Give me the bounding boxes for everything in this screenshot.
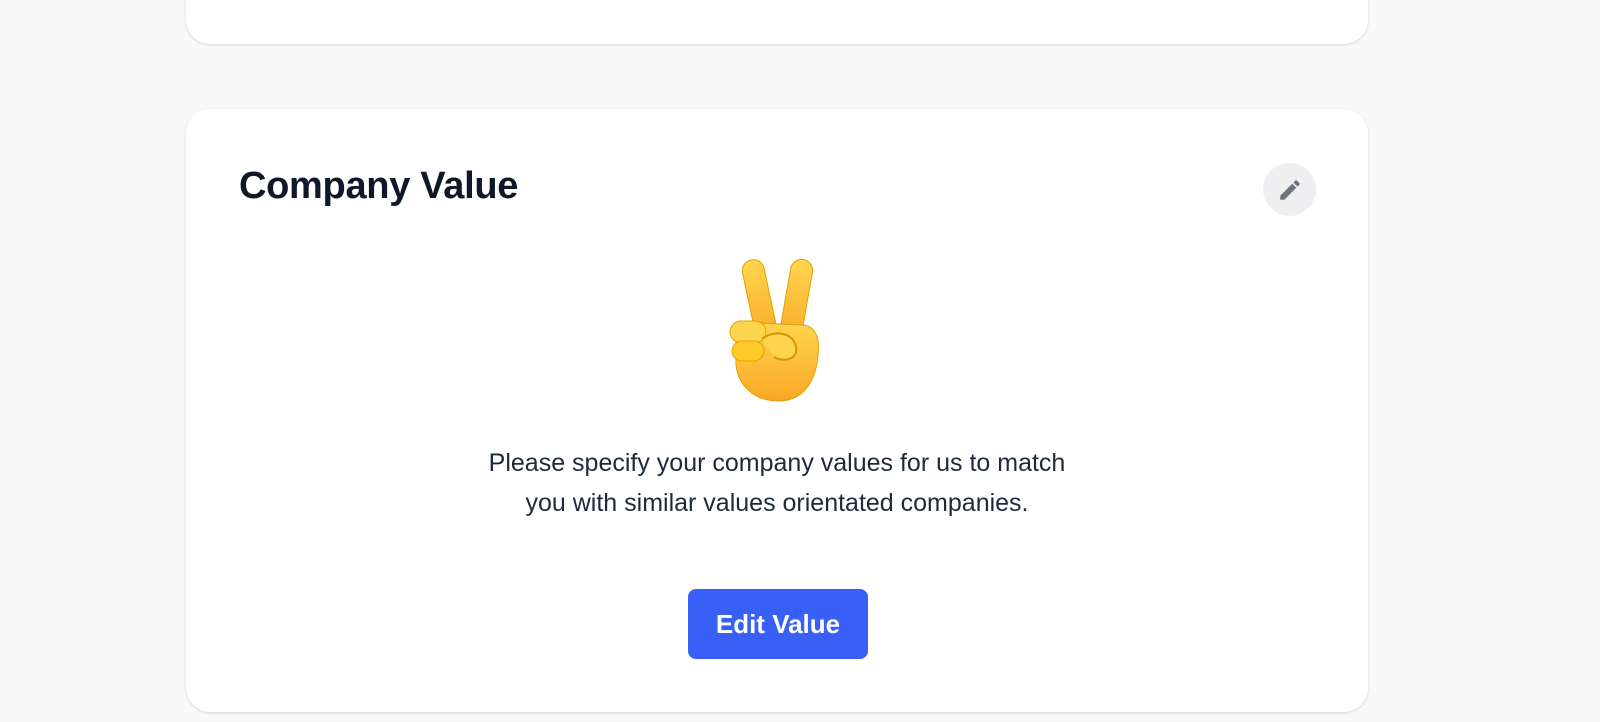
pencil-icon [1277, 177, 1303, 203]
section-title: Company Value [239, 165, 519, 207]
previous-section-card [186, 0, 1368, 44]
section-description: Please specify your company values for u… [488, 449, 1066, 517]
edit-value-button[interactable]: Edit Value [688, 589, 868, 659]
company-value-card: Company Value Please specify your compan… [186, 109, 1368, 712]
victory-hand-icon [186, 255, 1368, 405]
edit-value-icon-button[interactable] [1263, 163, 1316, 216]
